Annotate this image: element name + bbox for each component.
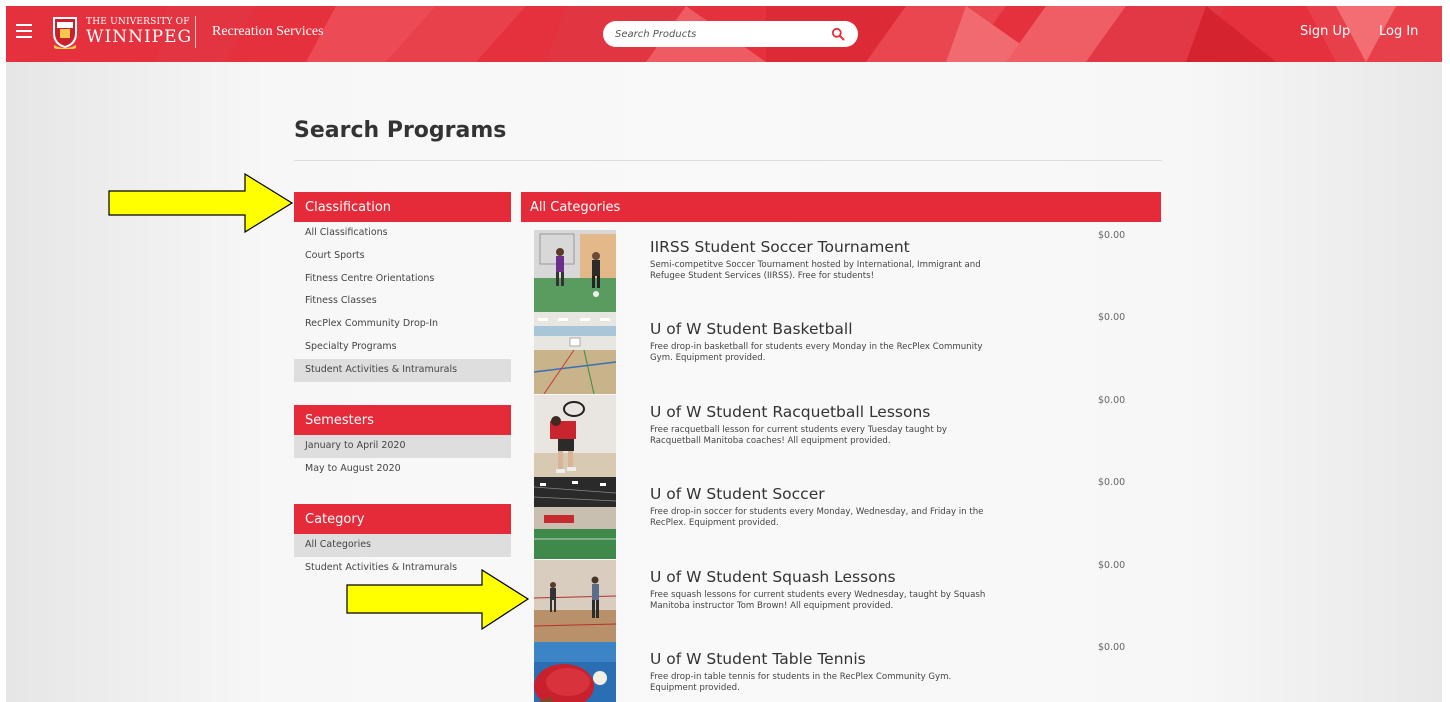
product-price: $0.00: [1098, 477, 1126, 488]
product-description: Free drop-in basketball for students eve…: [650, 342, 983, 363]
product-item[interactable]: U of W Student Squash Lessons Free squas…: [534, 560, 1134, 642]
category-heading: Category: [294, 504, 511, 534]
product-title[interactable]: IIRSS Student Soccer Tournament: [650, 238, 910, 256]
sign-up-link[interactable]: Sign Up: [1300, 24, 1350, 39]
page-title: Search Programs: [294, 118, 507, 143]
category-item-all[interactable]: All Categories: [294, 534, 511, 557]
product-description: Free squash lessons for current students…: [650, 590, 986, 611]
product-price: $0.00: [1098, 395, 1126, 406]
arrow-pointing-classification: [108, 172, 294, 234]
arrow-pointing-squash-lessons: [346, 568, 530, 631]
university-crest-icon: [53, 17, 77, 49]
site-header: THE UNIVERSITY OF WINNIPEG Recreation Se…: [6, 6, 1442, 62]
title-divider: [294, 160, 1162, 161]
product-description: Semi-competitve Soccer Tournament hosted…: [650, 260, 981, 281]
product-item[interactable]: U of W Student Racquetball Lessons Free …: [534, 395, 1134, 477]
university-logo[interactable]: THE UNIVERSITY OF WINNIPEG: [52, 15, 197, 53]
product-title[interactable]: U of W Student Basketball: [650, 320, 853, 338]
basketball-gym-photo[interactable]: [534, 312, 616, 394]
product-description: Free racquetball lesson for current stud…: [650, 425, 948, 446]
product-description: Free drop-in soccer for students every M…: [650, 507, 984, 528]
university-name-line1: THE UNIVERSITY OF: [86, 17, 190, 27]
search-icon[interactable]: [831, 27, 845, 41]
semesters-heading: Semesters: [294, 405, 511, 435]
university-name-line2: WINNIPEG: [86, 27, 193, 47]
hamburger-menu-icon[interactable]: [16, 24, 32, 38]
table-tennis-photo[interactable]: [534, 642, 616, 702]
product-price: $0.00: [1098, 560, 1126, 571]
indoor-soccer-field-photo[interactable]: [534, 477, 616, 559]
product-item[interactable]: U of W Student Basketball Free drop-in b…: [534, 312, 1134, 394]
product-title[interactable]: U of W Student Soccer: [650, 485, 825, 503]
product-description: Free drop-in table tennis for students i…: [650, 672, 952, 693]
product-price: $0.00: [1098, 230, 1126, 241]
product-item[interactable]: IIRSS Student Soccer Tournament Semi-com…: [534, 230, 1134, 312]
squash-court-photo[interactable]: [534, 560, 616, 642]
search-input[interactable]: [615, 25, 815, 43]
classification-item-fitness-centre-orientations[interactable]: Fitness Centre Orientations: [294, 268, 511, 291]
classification-item-all[interactable]: All Classifications: [294, 222, 511, 245]
product-item[interactable]: U of W Student Table Tennis Free drop-in…: [534, 642, 1134, 702]
product-price: $0.00: [1098, 312, 1126, 323]
classification-item-court-sports[interactable]: Court Sports: [294, 245, 511, 268]
log-in-link[interactable]: Log In: [1379, 24, 1418, 39]
classification-item-recplex-drop-in[interactable]: RecPlex Community Drop-In: [294, 313, 511, 336]
semester-item-may-aug-2020[interactable]: May to August 2020: [294, 458, 511, 481]
classification-item-fitness-classes[interactable]: Fitness Classes: [294, 290, 511, 313]
product-title[interactable]: U of W Student Squash Lessons: [650, 568, 896, 586]
classification-heading: Classification: [294, 192, 511, 222]
product-title[interactable]: U of W Student Table Tennis: [650, 650, 866, 668]
soccer-tournament-photo[interactable]: [534, 230, 616, 312]
results-heading: All Categories: [521, 192, 1161, 222]
classification-item-specialty-programs[interactable]: Specialty Programs: [294, 336, 511, 359]
header-divider: [195, 16, 196, 48]
classification-item-student-activities[interactable]: Student Activities & Intramurals: [294, 359, 511, 382]
site-name-link[interactable]: Recreation Services: [212, 24, 324, 40]
product-item[interactable]: U of W Student Soccer Free drop-in socce…: [534, 477, 1134, 559]
product-price: $0.00: [1098, 642, 1126, 653]
semester-item-jan-apr-2020[interactable]: January to April 2020: [294, 435, 511, 458]
racquetball-photo[interactable]: [534, 395, 616, 477]
product-title[interactable]: U of W Student Racquetball Lessons: [650, 403, 930, 421]
search-bar: [603, 21, 858, 47]
